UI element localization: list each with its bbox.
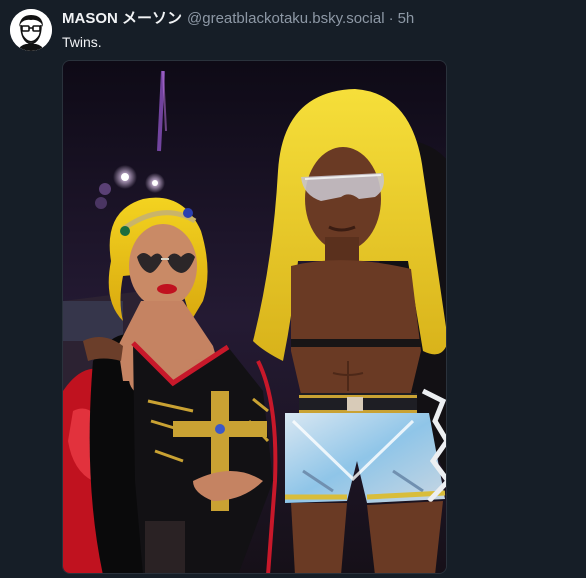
author-handle[interactable]: @greatblackotaku.bsky.social	[187, 9, 385, 29]
post-item[interactable]: MASON メーソン @greatblackotaku.bsky.social …	[0, 0, 586, 578]
author-display-name[interactable]: MASON メーソン	[62, 9, 182, 29]
post-timestamp[interactable]: 5h	[398, 9, 415, 29]
post-image[interactable]	[62, 60, 447, 574]
wrestlers-photo	[63, 61, 446, 573]
avatar-illustration-icon	[10, 9, 52, 51]
post-text: Twins.	[62, 34, 102, 50]
separator-dot: ·	[388, 10, 394, 27]
avatar[interactable]	[10, 9, 52, 51]
post-header: MASON メーソン @greatblackotaku.bsky.social …	[62, 9, 414, 29]
